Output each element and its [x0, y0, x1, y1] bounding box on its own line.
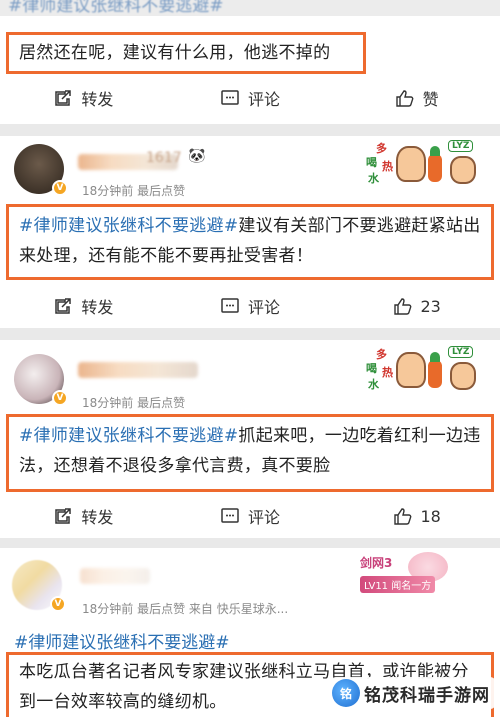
- site-watermark: 铭 铭茂科瑞手游网: [330, 677, 496, 709]
- comment-meta: 18分钟前 最后点赞 来自 快乐星球永...: [82, 602, 289, 616]
- comment-actions: 转发 评论 18: [0, 496, 500, 536]
- verified-badge-icon: V: [50, 596, 66, 612]
- comment-text: 居然还在呢，建议有什么用，他逃不掉的: [6, 32, 366, 74]
- comment-text: #律师建议张继科不要逃避#抓起来吧，一边吃着红利一边违法，还想着不退役多拿代言费…: [6, 414, 494, 492]
- comment-body-text: 居然还在呢，建议有什么用，他逃不掉的: [19, 43, 331, 63]
- emoji-icon: 🐼: [188, 148, 206, 164]
- game-badge: 剑网3 LV11 闻名一方: [356, 552, 464, 596]
- hashtag-link[interactable]: #律师建议张继科不要逃避#: [19, 216, 238, 236]
- repost-button[interactable]: 转发: [0, 286, 167, 326]
- comment-button[interactable]: 评论: [167, 286, 334, 326]
- like-icon: [393, 298, 411, 315]
- comment-card: 居然还在呢，建议有什么用，他逃不掉的 转发 评论 赞: [0, 16, 500, 124]
- verified-badge-icon: V: [52, 180, 68, 196]
- user-name-partial: 1617: [146, 150, 182, 166]
- comment-meta: 18分钟前 最后点赞: [82, 396, 186, 410]
- verified-badge-icon: V: [52, 390, 68, 406]
- repost-button[interactable]: 转发: [0, 496, 167, 536]
- repost-icon: [55, 90, 72, 106]
- sticker-decoration: 多 喝 热 水 LYZ: [366, 346, 496, 394]
- like-button[interactable]: 18: [333, 496, 500, 536]
- repost-button[interactable]: 转发: [0, 78, 167, 118]
- top-partial-text: #律师建议张继科不要逃避#: [8, 0, 224, 16]
- user-name-blurred[interactable]: [78, 362, 198, 378]
- comment-card: V 1617 🐼 18分钟前 最后点赞 多 喝 热 水 LYZ #律师建议张继科…: [0, 136, 500, 328]
- like-icon: [393, 508, 411, 525]
- comment-actions: 转发 评论 赞: [0, 78, 500, 118]
- comment-card: V 18分钟前 最后点赞 多 喝 热 水 LYZ #律师建议张继科不要逃避#抓起…: [0, 340, 500, 538]
- repost-icon: [55, 298, 72, 314]
- comment-icon: [221, 298, 239, 313]
- comment-meta: 18分钟前 最后点赞: [82, 184, 186, 198]
- sticker-decoration: 多 喝 热 水 LYZ: [366, 140, 496, 188]
- watermark-logo-icon: 铭: [332, 679, 360, 707]
- hashtag-link[interactable]: #律师建议张继科不要逃避#: [19, 426, 238, 446]
- like-button[interactable]: 23: [333, 286, 500, 326]
- user-name-blurred[interactable]: [80, 568, 150, 584]
- comment-button[interactable]: 评论: [167, 496, 334, 536]
- comment-button[interactable]: 评论: [167, 78, 334, 118]
- comment-icon: [221, 508, 239, 523]
- like-icon: [395, 90, 414, 107]
- comment-actions: 转发 评论 23: [0, 286, 500, 326]
- comment-text: #律师建议张继科不要逃避#建议有关部门不要逃避赶紧站出来处理，还有能不能不要再扯…: [6, 204, 494, 280]
- like-button[interactable]: 赞: [333, 78, 500, 118]
- comment-icon: [221, 90, 239, 105]
- hashtag-link[interactable]: #律师建议张继科不要逃避#: [14, 628, 230, 653]
- repost-icon: [55, 508, 72, 524]
